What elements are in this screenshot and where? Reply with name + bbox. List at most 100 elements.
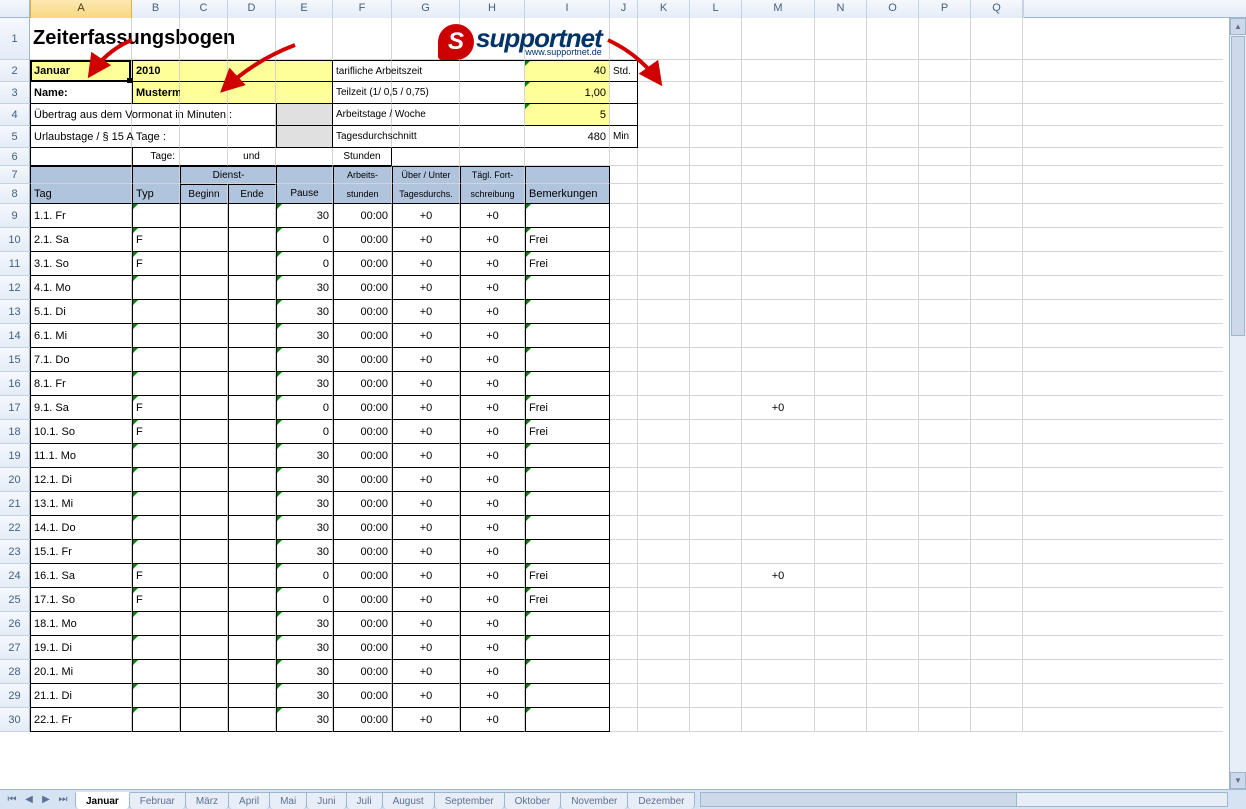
day-cell[interactable]: 21.1. Di <box>30 684 132 708</box>
beginn-cell[interactable] <box>180 420 228 444</box>
cell[interactable] <box>638 516 690 540</box>
cell[interactable] <box>392 126 460 148</box>
ueber-cell[interactable]: +0 <box>392 588 460 612</box>
ende-cell[interactable] <box>228 684 276 708</box>
row-header[interactable]: 7 <box>0 166 30 184</box>
cell[interactable] <box>690 104 742 126</box>
cell[interactable] <box>867 708 919 732</box>
arbeitsstunden-cell[interactable]: 00:00 <box>333 348 392 372</box>
typ-cell[interactable]: F <box>132 564 180 588</box>
cell[interactable] <box>638 708 690 732</box>
uebertrag-input[interactable] <box>276 104 333 126</box>
cell[interactable] <box>180 82 228 104</box>
cell[interactable] <box>638 588 690 612</box>
day-cell[interactable]: 20.1. Mi <box>30 660 132 684</box>
bemerkung-cell[interactable] <box>525 468 610 492</box>
cell[interactable] <box>815 516 867 540</box>
column-header-N[interactable]: N <box>815 0 867 18</box>
tagesdurch-unit-cell[interactable]: Min <box>610 126 638 148</box>
cell[interactable] <box>971 636 1023 660</box>
bemerkung-cell[interactable] <box>525 540 610 564</box>
ueber-cell[interactable]: +0 <box>392 540 460 564</box>
tagesdurch-value-cell[interactable]: 480 <box>525 126 610 148</box>
cell[interactable] <box>867 636 919 660</box>
ueber-cell[interactable]: +0 <box>392 276 460 300</box>
beginn-cell[interactable] <box>180 324 228 348</box>
pause-cell[interactable]: 30 <box>276 708 333 732</box>
column-header-E[interactable]: E <box>276 0 333 18</box>
cell[interactable] <box>971 148 1023 166</box>
cell[interactable] <box>610 564 638 588</box>
cell[interactable] <box>392 148 460 166</box>
cell[interactable] <box>919 166 971 184</box>
beginn-cell[interactable] <box>180 516 228 540</box>
cell[interactable] <box>610 184 638 204</box>
cell[interactable] <box>815 420 867 444</box>
column-header-Q[interactable]: Q <box>971 0 1023 18</box>
cell[interactable] <box>971 420 1023 444</box>
m-cell[interactable] <box>742 372 815 396</box>
cell[interactable] <box>815 60 867 82</box>
day-cell[interactable]: 18.1. Mo <box>30 612 132 636</box>
m-cell[interactable]: +0 <box>742 564 815 588</box>
column-header-P[interactable]: P <box>919 0 971 18</box>
cell[interactable] <box>638 684 690 708</box>
cell[interactable] <box>638 60 690 82</box>
cell[interactable] <box>1023 82 1223 104</box>
day-cell[interactable]: 15.1. Fr <box>30 540 132 564</box>
m-cell[interactable] <box>742 228 815 252</box>
arbeitsstunden-cell[interactable]: 00:00 <box>333 372 392 396</box>
cell[interactable] <box>919 276 971 300</box>
cell[interactable] <box>1023 444 1223 468</box>
column-header-M[interactable]: M <box>742 0 815 18</box>
arbeitsstunden-cell[interactable]: 00:00 <box>333 396 392 420</box>
row-header[interactable]: 13 <box>0 300 30 324</box>
fort-cell[interactable]: +0 <box>460 300 525 324</box>
day-cell[interactable]: 7.1. Do <box>30 348 132 372</box>
fort-cell[interactable]: +0 <box>460 372 525 396</box>
row-header[interactable]: 16 <box>0 372 30 396</box>
cell[interactable] <box>610 540 638 564</box>
cell[interactable] <box>276 82 333 104</box>
cell[interactable] <box>815 166 867 184</box>
cell[interactable] <box>867 104 919 126</box>
cell[interactable] <box>610 660 638 684</box>
cell[interactable] <box>919 540 971 564</box>
cell[interactable] <box>638 564 690 588</box>
cell[interactable] <box>180 18 228 60</box>
pause-cell[interactable]: 30 <box>276 540 333 564</box>
ueber-cell[interactable]: +0 <box>392 444 460 468</box>
pause-cell[interactable]: 0 <box>276 564 333 588</box>
cell[interactable] <box>815 126 867 148</box>
cell[interactable] <box>867 612 919 636</box>
cell[interactable] <box>742 148 815 166</box>
arbeitsstunden-cell[interactable]: 00:00 <box>333 540 392 564</box>
cell[interactable] <box>971 516 1023 540</box>
cell[interactable] <box>638 126 690 148</box>
beginn-cell[interactable] <box>180 708 228 732</box>
pause-cell[interactable]: 30 <box>276 612 333 636</box>
ende-cell[interactable] <box>228 660 276 684</box>
pause-cell[interactable]: 30 <box>276 636 333 660</box>
typ-cell[interactable] <box>132 708 180 732</box>
cell[interactable] <box>742 60 815 82</box>
sheet-tab-juni[interactable]: Juni <box>306 792 346 809</box>
cell[interactable] <box>610 204 638 228</box>
m-cell[interactable] <box>742 468 815 492</box>
cell[interactable] <box>1023 372 1223 396</box>
cell[interactable] <box>867 660 919 684</box>
cell[interactable] <box>638 104 690 126</box>
cell[interactable] <box>971 276 1023 300</box>
cell[interactable] <box>919 468 971 492</box>
beginn-cell[interactable] <box>180 684 228 708</box>
arbeitsstunden-cell[interactable]: 00:00 <box>333 444 392 468</box>
ende-cell[interactable] <box>228 276 276 300</box>
cell[interactable] <box>815 492 867 516</box>
bemerkung-cell[interactable]: Frei <box>525 228 610 252</box>
day-cell[interactable]: 5.1. Di <box>30 300 132 324</box>
beginn-cell[interactable] <box>180 276 228 300</box>
cell[interactable] <box>1023 18 1223 60</box>
ende-cell[interactable] <box>228 636 276 660</box>
cell[interactable] <box>919 660 971 684</box>
beginn-cell[interactable] <box>180 204 228 228</box>
